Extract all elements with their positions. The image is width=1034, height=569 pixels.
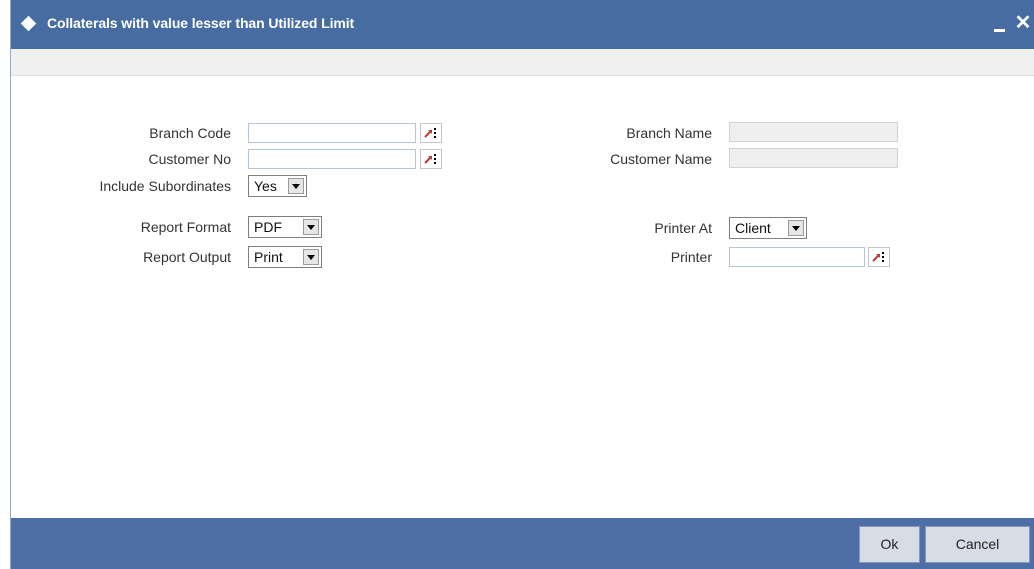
report-output-select[interactable]: Print <box>248 246 322 268</box>
minimize-icon[interactable] <box>989 13 1009 33</box>
customer-name-label: Customer Name <box>610 151 712 167</box>
ok-button[interactable]: Ok <box>859 526 920 563</box>
include-subordinates-value: Yes <box>254 178 277 194</box>
diamond-icon <box>20 15 37 32</box>
report-output-value: Print <box>254 249 283 265</box>
report-format-select[interactable]: PDF <box>248 216 322 238</box>
toolbar-strip <box>11 49 1034 76</box>
customer-no-lov-button[interactable] <box>420 149 442 169</box>
chevron-down-icon <box>788 220 804 236</box>
chevron-down-icon <box>303 249 319 265</box>
chevron-down-icon <box>288 178 304 194</box>
branch-name-label: Branch Name <box>626 125 712 141</box>
title-bar: Collaterals with value lesser than Utili… <box>11 0 1034 49</box>
footer-bar: Ok Cancel <box>11 518 1034 569</box>
window-title: Collaterals with value lesser than Utili… <box>47 15 355 31</box>
branch-code-field[interactable] <box>248 123 416 143</box>
report-output-label: Report Output <box>143 249 231 265</box>
printer-at-label: Printer At <box>654 220 712 236</box>
printer-lov-button[interactable] <box>868 247 890 267</box>
report-format-value: PDF <box>254 219 282 235</box>
printer-at-select[interactable]: Client <box>729 217 807 239</box>
lov-icon <box>872 252 884 262</box>
chevron-down-icon <box>303 219 319 235</box>
customer-name-field <box>729 148 898 168</box>
cancel-button[interactable]: Cancel <box>925 526 1030 563</box>
lov-icon <box>424 128 436 138</box>
customer-no-label: Customer No <box>148 151 231 167</box>
printer-field[interactable] <box>729 247 865 267</box>
include-subordinates-select[interactable]: Yes <box>248 175 307 197</box>
close-icon[interactable]: ✕ <box>1013 13 1033 33</box>
branch-name-field <box>729 122 898 142</box>
report-window: Collaterals with value lesser than Utili… <box>10 0 1034 569</box>
branch-code-lov-button[interactable] <box>420 123 442 143</box>
branch-code-label: Branch Code <box>149 125 231 141</box>
include-subordinates-label: Include Subordinates <box>99 178 231 194</box>
report-format-label: Report Format <box>140 219 231 235</box>
printer-at-value: Client <box>735 220 771 236</box>
customer-no-field[interactable] <box>248 149 416 169</box>
lov-icon <box>424 154 436 164</box>
printer-label: Printer <box>670 249 712 265</box>
